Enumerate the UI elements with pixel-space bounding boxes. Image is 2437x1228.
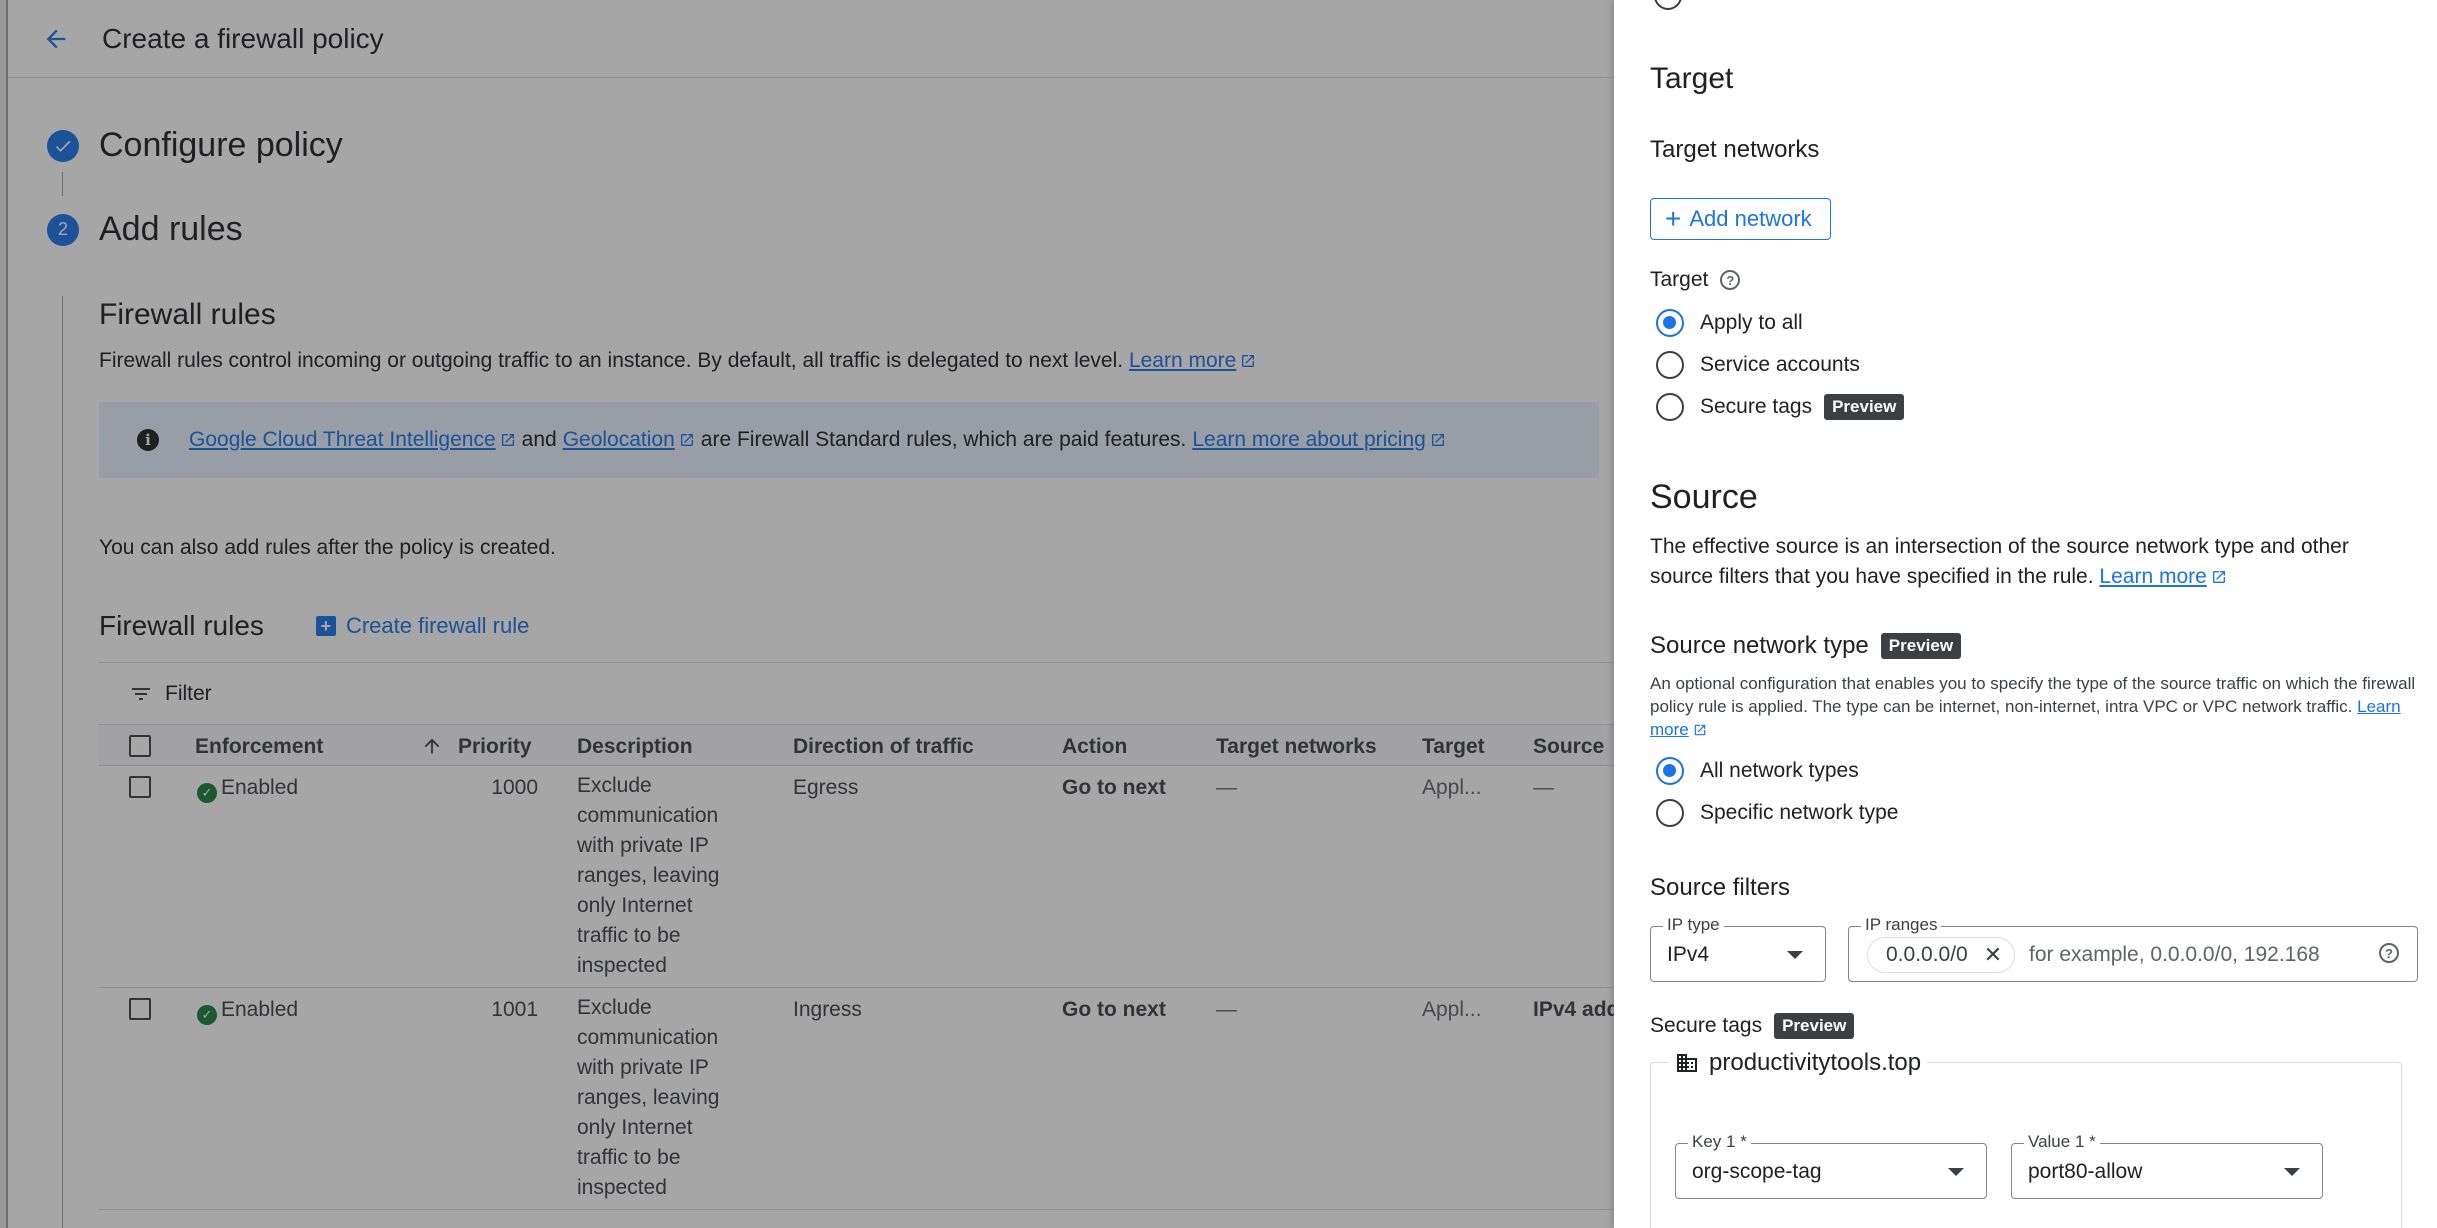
source-network-type-header: Source network type Preview (1650, 632, 1962, 660)
radio-button[interactable] (1656, 351, 1684, 379)
key-select[interactable]: Key 1 * org-scope-tag (1675, 1132, 1987, 1199)
secure-tags-header: Secure tags Preview (1650, 1013, 1855, 1039)
dropdown-arrow-icon (1787, 951, 1803, 959)
section-title: Source network type (1650, 632, 1869, 659)
source-description: The effective source is an intersection … (1650, 532, 2410, 592)
option-label: Secure tags (1700, 395, 1813, 418)
chip-label: 0.0.0.0/0 (1886, 943, 1968, 966)
link-text: Learn more (2099, 565, 2207, 588)
org-name: productivitytools.top (1709, 1049, 1922, 1076)
description-text: The effective source is an intersection … (1650, 535, 2349, 588)
snt-option-all[interactable]: All network types (1656, 756, 1859, 786)
target-networks-label: Target networks (1650, 136, 1820, 163)
field-label: Key 1 * (1688, 1132, 1751, 1152)
source-network-type-description: An optional configuration that enables y… (1650, 672, 2420, 741)
source-learn-more-link[interactable]: Learn more (2099, 565, 2226, 588)
modal-scrim[interactable] (0, 0, 1614, 1228)
field-value: port80-allow (2028, 1160, 2143, 1183)
preview-badge: Preview (1880, 633, 1962, 659)
description-text: An optional configuration that enables y… (1650, 674, 2416, 716)
field-label: IP type (1663, 915, 1724, 935)
target-option-secure-tags[interactable]: Secure tags Preview (1656, 392, 1905, 422)
ip-ranges-input[interactable]: IP ranges 0.0.0.0/0 ✕ for example, 0.0.0… (1848, 915, 2418, 982)
domain-icon (1677, 1054, 1697, 1072)
radio-button[interactable] (1656, 309, 1684, 337)
preview-badge: Preview (1774, 1013, 1855, 1039)
option-label: All network types (1700, 759, 1859, 782)
field-label: Value 1 * (2024, 1132, 2100, 1152)
button-label: Add network (1689, 206, 1812, 231)
ip-type-select[interactable]: IP type IPv4 (1650, 915, 1826, 982)
ip-range-chip[interactable]: 0.0.0.0/0 ✕ (1867, 937, 2016, 973)
org-header: productivitytools.top (1669, 1049, 1928, 1077)
plus-icon: + (1665, 203, 1682, 234)
option-label: Apply to all (1700, 311, 1803, 334)
secure-tag-org-box: productivitytools.top Key 1 * org-scope-… (1650, 1049, 2402, 1228)
source-heading: Source (1650, 478, 1758, 516)
radio-button[interactable] (1656, 799, 1684, 827)
dropdown-arrow-icon (2284, 1168, 2300, 1176)
source-filters-heading: Source filters (1650, 874, 1791, 901)
value-select[interactable]: Value 1 * port80-allow (2011, 1132, 2323, 1199)
ip-placeholder: for example, 0.0.0.0/0, 192.168 (2029, 943, 2320, 966)
option-label: Service accounts (1700, 353, 1860, 376)
preview-badge: Preview (1824, 394, 1905, 420)
external-link-icon (2212, 571, 2225, 583)
dropdown-arrow-icon (1948, 1168, 1964, 1176)
field-label: IP ranges (1861, 915, 1942, 935)
field-value: org-scope-tag (1692, 1160, 1822, 1183)
label-text: Target (1650, 268, 1709, 291)
option-label: Specific network type (1700, 801, 1899, 824)
section-title: Secure tags (1650, 1014, 1763, 1037)
target-option-service-accounts[interactable]: Service accounts (1656, 350, 1860, 380)
rule-side-panel: Target Target networks + Add network Tar… (1614, 0, 2437, 1228)
external-link-icon (1694, 724, 1705, 736)
field-value: IPv4 (1667, 943, 1710, 966)
radio-button[interactable] (1656, 757, 1684, 785)
target-field-label: Target ? (1650, 268, 1741, 292)
help-icon[interactable]: ? (1720, 270, 1741, 290)
snt-option-specific[interactable]: Specific network type (1656, 798, 1898, 828)
radio-partial-top[interactable] (1654, 0, 1682, 10)
target-heading: Target (1650, 62, 1734, 95)
add-network-button[interactable]: + Add network (1650, 198, 1831, 240)
target-option-apply-all[interactable]: Apply to all (1656, 308, 1803, 338)
close-icon[interactable]: ✕ (1984, 942, 2002, 968)
radio-button[interactable] (1656, 393, 1684, 421)
help-icon[interactable]: ? (2379, 943, 2399, 963)
